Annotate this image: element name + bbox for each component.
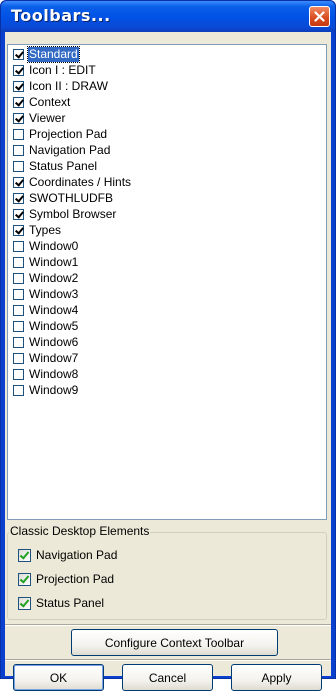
- toolbar-item-label: Window8: [29, 366, 79, 381]
- toolbar-list-item[interactable]: Viewer: [13, 110, 66, 126]
- toolbar-list-item[interactable]: Window2: [13, 270, 79, 286]
- toolbar-item-label: Symbol Browser: [29, 206, 117, 221]
- classic-item[interactable]: Projection Pad: [18, 570, 114, 588]
- toolbar-checkbox[interactable]: [13, 352, 24, 364]
- toolbar-item-label: Window5: [29, 318, 79, 333]
- toolbar-item-label: Window6: [29, 334, 79, 349]
- toolbar-item-label: Standard: [27, 45, 80, 63]
- toolbar-checkbox[interactable]: [13, 288, 24, 300]
- divider: [5, 624, 331, 626]
- dialog-body: Standard Icon I : EDIT Icon II : DRAW Conte…: [5, 32, 331, 691]
- classic-desktop-label: Classic Desktop Elements: [9, 524, 151, 538]
- toolbar-checkbox[interactable]: [13, 96, 24, 108]
- toolbar-checkbox[interactable]: [13, 80, 24, 92]
- close-button[interactable]: [309, 6, 330, 27]
- toolbar-list-item[interactable]: Window5: [13, 318, 79, 334]
- toolbar-checkbox[interactable]: [13, 112, 24, 124]
- divider: [5, 659, 331, 661]
- toolbar-item-label: Icon I : EDIT: [29, 62, 96, 77]
- toolbar-list-item[interactable]: Window8: [13, 366, 79, 382]
- apply-button[interactable]: Apply: [231, 664, 322, 691]
- toolbar-list-item[interactable]: Window0: [13, 238, 79, 254]
- toolbar-checkbox[interactable]: [13, 304, 24, 316]
- toolbar-checkbox[interactable]: [13, 48, 24, 60]
- toolbar-checkbox[interactable]: [13, 144, 24, 156]
- toolbar-checkbox[interactable]: [13, 256, 24, 268]
- toolbar-checkbox[interactable]: [13, 176, 24, 188]
- toolbar-checkbox[interactable]: [13, 240, 24, 252]
- toolbar-list-item[interactable]: Status Panel: [13, 158, 98, 174]
- toolbar-item-label: Window7: [29, 350, 79, 365]
- toolbar-item-label: Window2: [29, 270, 79, 285]
- toolbar-list-item[interactable]: Context: [13, 94, 71, 110]
- toolbar-item-label: Icon II : DRAW: [29, 78, 108, 93]
- toolbar-item-label: Navigation Pad: [29, 142, 111, 157]
- toolbar-checkbox[interactable]: [13, 208, 24, 220]
- toolbar-item-label: Window0: [29, 238, 79, 253]
- toolbar-item-label: Viewer: [29, 110, 66, 125]
- toolbar-list-item[interactable]: Window4: [13, 302, 79, 318]
- configure-context-toolbar-button[interactable]: Configure Context Toolbar: [71, 629, 278, 656]
- toolbar-checkbox[interactable]: [13, 128, 24, 140]
- toolbar-list-item[interactable]: SWOTHLUDFB: [13, 190, 114, 206]
- toolbar-list-item[interactable]: Projection Pad: [13, 126, 108, 142]
- toolbar-list-item[interactable]: Icon I : EDIT: [13, 62, 97, 78]
- toolbar-item-label: Coordinates / Hints: [29, 174, 132, 189]
- toolbar-item-label: SWOTHLUDFB: [29, 190, 113, 205]
- toolbar-list-item[interactable]: Window3: [13, 286, 79, 302]
- toolbar-item-label: Window1: [29, 254, 79, 269]
- title-bar[interactable]: Toolbars...: [1, 1, 335, 32]
- classic-checkbox[interactable]: [18, 596, 31, 610]
- toolbar-list-item[interactable]: Standard: [13, 45, 80, 63]
- toolbar-list-item[interactable]: Types: [13, 222, 62, 238]
- toolbar-list-item[interactable]: Symbol Browser: [13, 206, 117, 222]
- toolbar-item-label: Window4: [29, 302, 79, 317]
- toolbar-item-label: Window3: [29, 286, 79, 301]
- toolbar-checkbox[interactable]: [13, 160, 24, 172]
- toolbar-item-label: Types: [29, 222, 62, 237]
- toolbar-list-item[interactable]: Window1: [13, 254, 79, 270]
- toolbar-item-label: Status Panel: [29, 158, 98, 173]
- cancel-button[interactable]: Cancel: [122, 664, 213, 691]
- toolbar-checkbox[interactable]: [13, 192, 24, 204]
- toolbar-item-label: Context: [29, 94, 71, 109]
- toolbar-list-item[interactable]: Window9: [13, 382, 79, 398]
- classic-desktop-group: Classic Desktop Elements Navigation Pad P…: [7, 524, 327, 620]
- toolbars-dialog: Toolbars... Standard Icon I : EDIT Icon II…: [0, 0, 336, 691]
- toolbar-item-label: Window9: [29, 382, 79, 397]
- window-title: Toolbars...: [11, 6, 111, 25]
- toolbar-list-item[interactable]: Window6: [13, 334, 79, 350]
- toolbar-list-item[interactable]: Coordinates / Hints: [13, 174, 132, 190]
- toolbar-checkbox[interactable]: [13, 368, 24, 380]
- toolbar-list-item[interactable]: Window7: [13, 350, 79, 366]
- toolbar-list-item[interactable]: Icon II : DRAW: [13, 78, 109, 94]
- toolbar-checkbox[interactable]: [13, 320, 24, 332]
- classic-item-label: Navigation Pad: [36, 548, 118, 562]
- classic-item-label: Status Panel: [36, 596, 105, 610]
- classic-checkbox[interactable]: [18, 548, 31, 562]
- toolbar-checkbox[interactable]: [13, 224, 24, 236]
- classic-item[interactable]: Navigation Pad: [18, 546, 117, 564]
- toolbar-list-item[interactable]: Navigation Pad: [13, 142, 111, 158]
- toolbar-item-label: Projection Pad: [29, 126, 108, 141]
- ok-button[interactable]: OK: [13, 664, 104, 691]
- toolbar-checkbox[interactable]: [13, 64, 24, 76]
- toolbar-checkbox[interactable]: [13, 384, 24, 396]
- toolbar-list[interactable]: Standard Icon I : EDIT Icon II : DRAW Conte…: [7, 44, 327, 520]
- close-icon: [314, 11, 325, 22]
- classic-item-label: Projection Pad: [36, 572, 115, 586]
- toolbar-checkbox[interactable]: [13, 272, 24, 284]
- classic-checkbox[interactable]: [18, 572, 31, 586]
- toolbar-checkbox[interactable]: [13, 336, 24, 348]
- classic-item[interactable]: Status Panel: [18, 594, 104, 612]
